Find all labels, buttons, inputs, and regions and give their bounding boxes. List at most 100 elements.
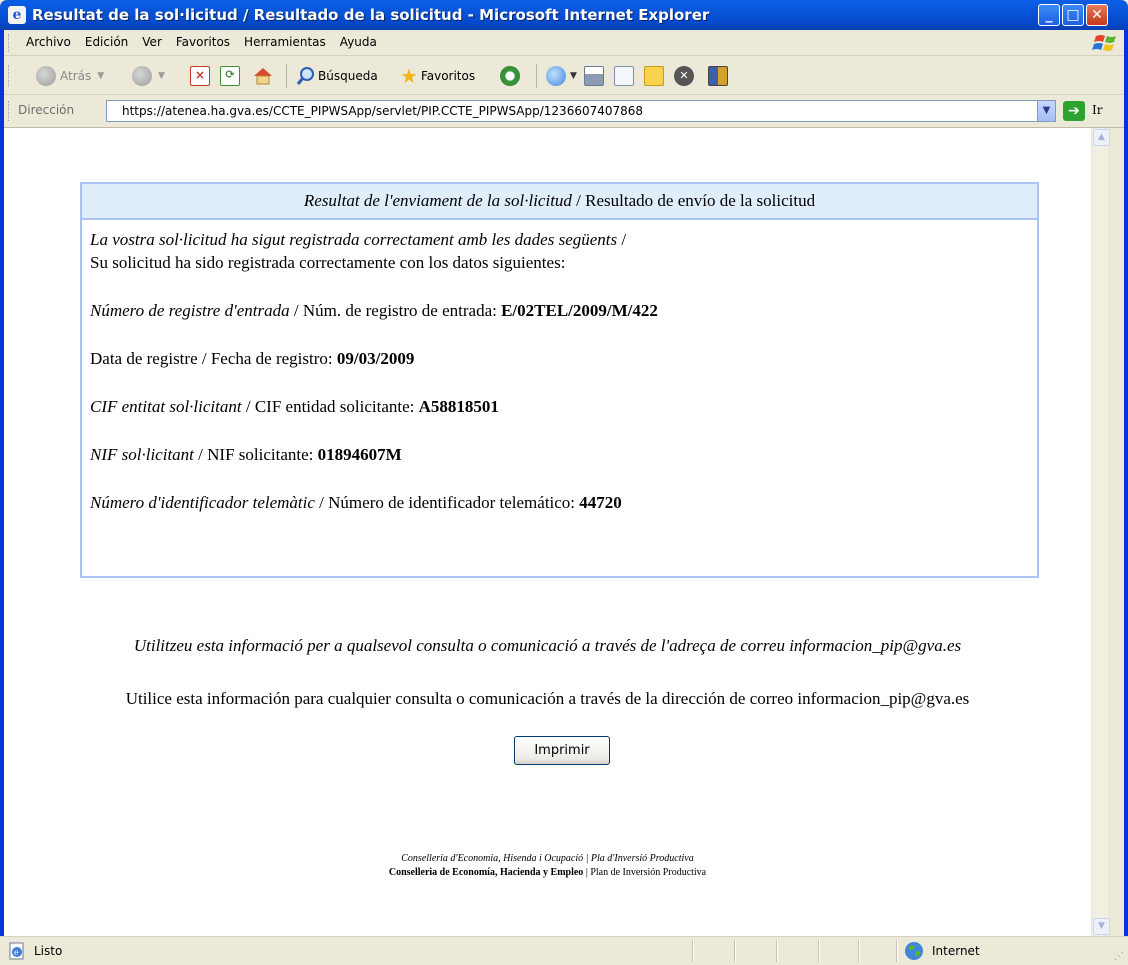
minimize-button[interactable]: _ bbox=[1038, 4, 1060, 26]
title-bar[interactable]: e Resultat de la sol·licitud / Resultado… bbox=[0, 0, 1128, 30]
star-icon: ★ bbox=[400, 64, 418, 88]
field-label-es: CIF entidad solicitante: bbox=[254, 397, 419, 416]
menu-favoritos[interactable]: Favoritos bbox=[176, 35, 230, 49]
status-bar: e Listo Internet ⋰ bbox=[0, 936, 1128, 965]
minimize-icon: _ bbox=[1045, 7, 1053, 23]
intro-text: La vostra sol·licitud ha sigut registrad… bbox=[90, 228, 1029, 274]
menu-ayuda[interactable]: Ayuda bbox=[340, 35, 377, 49]
menu-grip[interactable] bbox=[8, 34, 12, 52]
refresh-icon: ⟳ bbox=[220, 66, 240, 86]
mail-icon bbox=[546, 66, 566, 86]
internet-explorer-icon[interactable]: e bbox=[8, 6, 26, 24]
address-grip[interactable] bbox=[8, 101, 12, 121]
mail-button[interactable]: ▼ bbox=[546, 66, 577, 86]
standard-toolbar: Atrás ▼ ▼ × ⟳ Búsqueda ★ Favoritos ▼ ✕ bbox=[0, 57, 1128, 95]
favorites-label: Favoritos bbox=[420, 69, 476, 83]
field-cif: CIF entitat sol·licitant / CIF entidad s… bbox=[90, 395, 1029, 418]
back-arrow-icon bbox=[36, 66, 56, 86]
status-divider bbox=[858, 940, 860, 962]
address-input[interactable]: https://atenea.ha.gva.es/CCTE_PIPWSApp/s… bbox=[106, 100, 1056, 122]
field-separator: / bbox=[314, 493, 329, 512]
toolbar-separator bbox=[286, 64, 287, 88]
menu-herramientas[interactable]: Herramientas bbox=[244, 35, 326, 49]
field-value: 09/03/2009 bbox=[336, 349, 415, 368]
favorites-button[interactable]: ★ Favoritos bbox=[400, 66, 475, 86]
mail-dropdown-icon: ▼ bbox=[570, 71, 577, 81]
notice-ca: Utilitzeu esta informació per a qualsevo… bbox=[133, 636, 962, 655]
result-body: La vostra sol·licitud ha sigut registrad… bbox=[82, 220, 1037, 522]
field-value: 01894607M bbox=[317, 445, 402, 464]
maximize-button[interactable]: □ bbox=[1062, 4, 1084, 26]
messenger-icon: ✕ bbox=[674, 66, 694, 86]
forward-button[interactable]: ▼ bbox=[132, 66, 165, 86]
intro-es: Su solicitud ha sido registrada correcta… bbox=[90, 253, 566, 272]
scroll-up-icon[interactable]: ▲ bbox=[1093, 129, 1110, 146]
address-dropdown-icon[interactable]: ▼ bbox=[1037, 101, 1055, 121]
result-header-es: Resultado de envío de la solicitud bbox=[585, 191, 816, 210]
resize-grip-icon[interactable]: ⋰ bbox=[1114, 951, 1126, 963]
field-telematic-id: Número d'identificador telemàtic / Númer… bbox=[90, 491, 1029, 514]
forward-dropdown-icon: ▼ bbox=[158, 71, 165, 81]
status-divider bbox=[818, 940, 820, 962]
edit-page-icon bbox=[614, 66, 634, 86]
page-viewport: Resultat de l'enviament de la sol·licitu… bbox=[4, 128, 1110, 936]
stop-icon: × bbox=[190, 66, 210, 86]
field-label-es: Número de identificador telemático: bbox=[328, 493, 580, 512]
go-button[interactable]: Ir bbox=[1092, 103, 1102, 117]
field-label-ca: Número de registre d'entrada bbox=[90, 301, 290, 320]
browser-window: e Resultat de la sol·licitud / Resultado… bbox=[0, 0, 1128, 965]
intro-separator: / bbox=[617, 230, 627, 249]
field-label-es: Núm. de registro de entrada: bbox=[302, 301, 502, 320]
vertical-scrollbar[interactable]: ▲ ▼ bbox=[1091, 128, 1110, 936]
window-border-right bbox=[1124, 30, 1128, 936]
printer-icon bbox=[584, 66, 604, 86]
footer-plan: | Plan de Inversión Productiva bbox=[583, 867, 707, 878]
field-separator: / bbox=[241, 397, 255, 416]
result-header-separator: / bbox=[571, 191, 586, 210]
print-toolbar-button[interactable] bbox=[584, 66, 604, 86]
discuss-button[interactable] bbox=[644, 66, 664, 86]
scroll-down-icon[interactable]: ▼ bbox=[1093, 918, 1110, 935]
window-title: Resultat de la sol·licitud / Resultado d… bbox=[32, 6, 710, 24]
status-divider bbox=[734, 940, 736, 962]
search-label: Búsqueda bbox=[318, 69, 378, 83]
search-button[interactable]: Búsqueda bbox=[296, 66, 378, 86]
security-zone-label: Internet bbox=[932, 944, 980, 958]
svg-text:e: e bbox=[14, 948, 19, 957]
note-icon bbox=[644, 66, 664, 86]
messenger-button[interactable]: ✕ bbox=[674, 66, 698, 86]
search-icon bbox=[296, 67, 314, 85]
back-button[interactable]: Atrás ▼ bbox=[36, 66, 104, 86]
history-button[interactable] bbox=[500, 66, 524, 86]
result-panel: Resultat de l'enviament de la sol·licitu… bbox=[80, 182, 1039, 578]
menu-ver[interactable]: Ver bbox=[142, 35, 162, 49]
maximize-icon: □ bbox=[1066, 7, 1080, 23]
status-divider bbox=[896, 940, 898, 962]
menu-edicion[interactable]: Edición bbox=[85, 35, 128, 49]
stop-button[interactable]: × bbox=[190, 66, 210, 86]
field-value: A58818501 bbox=[418, 397, 499, 416]
address-label: Dirección bbox=[18, 103, 75, 117]
go-arrow-icon[interactable]: ➔ bbox=[1063, 101, 1085, 121]
back-label: Atrás bbox=[60, 69, 92, 83]
research-button[interactable] bbox=[708, 66, 728, 86]
home-icon bbox=[254, 68, 272, 85]
internet-zone-icon bbox=[905, 942, 923, 960]
address-url[interactable]: https://atenea.ha.gva.es/CCTE_PIPWSApp/s… bbox=[122, 104, 643, 118]
home-button[interactable] bbox=[252, 66, 274, 86]
footer-line-ca: Conselleria d'Economia, Hisenda i Ocupac… bbox=[401, 853, 694, 864]
notice-es: Utilice esta información para cualquier … bbox=[125, 689, 970, 708]
footer-line-es: Conselleria de Economía, Hacienda y Empl… bbox=[4, 867, 1091, 878]
close-button[interactable]: ✕ bbox=[1086, 4, 1108, 26]
toolbar-separator bbox=[536, 64, 537, 88]
research-icon bbox=[708, 66, 728, 86]
field-label-es: NIF solicitante: bbox=[207, 445, 318, 464]
menu-archivo[interactable]: Archivo bbox=[26, 35, 71, 49]
field-value: E/02TEL/2009/M/422 bbox=[501, 301, 658, 320]
edit-button[interactable] bbox=[614, 66, 634, 86]
field-label-ca: NIF sol·licitant bbox=[90, 445, 194, 464]
refresh-button[interactable]: ⟳ bbox=[220, 66, 240, 86]
toolbar-grip[interactable] bbox=[8, 65, 12, 87]
windows-logo-icon bbox=[1092, 35, 1116, 51]
print-button[interactable]: Imprimir bbox=[514, 736, 610, 765]
